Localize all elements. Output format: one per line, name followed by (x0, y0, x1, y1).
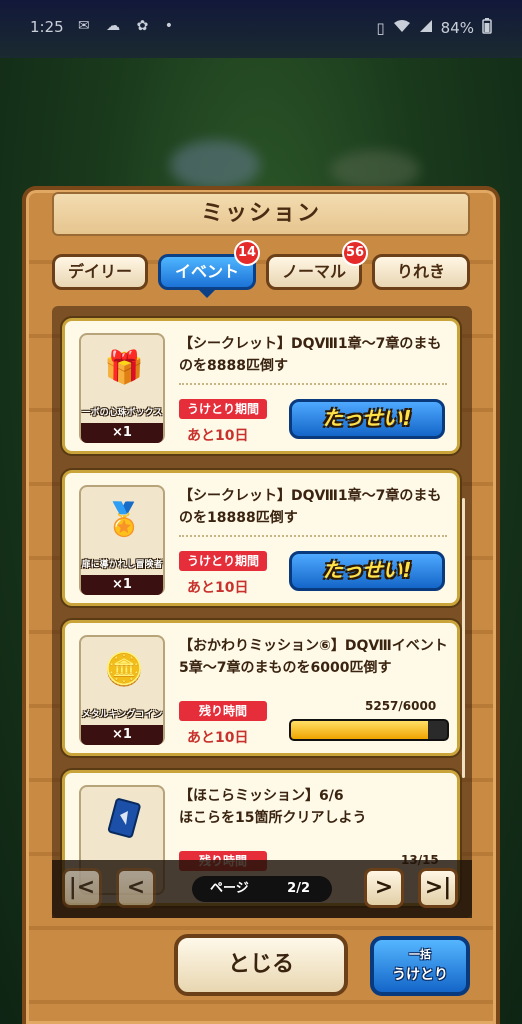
mission-card: 🏅 扉に導かれし冒険者 ×1 【シークレット】DQⅧ1章～7章のまものを1888… (60, 468, 462, 608)
collect-all-line1: 一括 (409, 948, 431, 961)
reward-qty: ×1 (81, 575, 163, 595)
divider (179, 535, 447, 537)
signal-icon (419, 19, 433, 37)
progress-bar (289, 719, 449, 741)
wifi-icon (393, 19, 411, 37)
mission-text: 【シークレット】DQⅧ1章～7章のまものを8888匹倒す (179, 336, 442, 374)
period-label: うけとり期間 (179, 399, 267, 419)
tab-history[interactable]: りれき (372, 254, 470, 290)
reward-qty: ×1 (81, 423, 163, 443)
tab-daily[interactable]: デイリー (52, 254, 148, 290)
tab-label: イベント (174, 262, 239, 281)
mission-list[interactable]: 🎁 ーボの心珠ボックス ×1 【シークレット】DQⅧ1章～7章のまものを8888… (52, 306, 472, 918)
tab-label: りれき (396, 262, 445, 281)
first-page-button[interactable]: |< (62, 868, 102, 908)
list-scrollbar[interactable] (462, 498, 465, 778)
period-label: 残り時間 (179, 701, 267, 721)
close-button[interactable]: とじる (174, 934, 348, 996)
notification-icons: ✉ ☁ ✿ • (78, 18, 180, 34)
reward-name: 扉に導かれし冒険者 (81, 560, 163, 570)
pager: |< < ページ 2/2 > >| (52, 860, 472, 918)
achieve-button[interactable]: たっせい! (289, 399, 445, 439)
remaining-time: あと10日 (187, 730, 249, 746)
background-scene-2 (330, 150, 420, 190)
collect-all-button[interactable]: 一括 うけとり (370, 936, 470, 996)
gift-box-icon: 🎁 (104, 348, 144, 386)
collect-all-line2: うけとり (392, 967, 448, 983)
last-page-button[interactable]: >| (418, 868, 458, 908)
reward-name: メタルキングコイン (81, 710, 163, 720)
page-value: 2/2 (287, 881, 310, 896)
coin-icon: 🪙 (104, 650, 144, 688)
tab-normal-badge: 56 (342, 240, 368, 266)
remaining-time: あと10日 (187, 428, 249, 444)
reward-item[interactable]: 🏅 扉に導かれし冒険者 ×1 (79, 485, 165, 595)
card-icon (102, 797, 146, 841)
page-label: ページ (210, 881, 249, 896)
battery-text: 84% (440, 19, 474, 37)
tab-event-badge: 14 (234, 240, 260, 266)
reward-name: ーボの心珠ボックス (81, 408, 163, 418)
mission-card: 🪙 メタルキングコイン ×1 【おかわりミッション⑥】DQⅧイベント5章～7章の… (60, 618, 462, 758)
vibrate-icon: ▯ (376, 19, 385, 37)
reward-qty: ×1 (81, 725, 163, 745)
status-time: 1:25 (30, 18, 64, 36)
remaining-time: あと10日 (187, 580, 249, 596)
page-indicator: ページ 2/2 (192, 876, 332, 902)
status-bar: 1:25 ✉ ☁ ✿ • ▯ 84% (0, 0, 522, 58)
progress-count: 5257/6000 (365, 699, 437, 713)
battery-icon (482, 18, 492, 38)
progress-fill (291, 721, 428, 739)
prev-page-button[interactable]: < (116, 868, 156, 908)
mission-text: 【ほこらミッション】6/6 ほこらを15箇所クリアしよう (179, 788, 367, 826)
mission-text: 【シークレット】DQⅧ1章～7章のまものを18888匹倒す (179, 488, 442, 526)
tab-label: ノーマル (281, 262, 346, 281)
medal-icon: 🏅 (104, 500, 144, 538)
period-label: うけとり期間 (179, 551, 267, 571)
dialog-title: ミッション (52, 192, 470, 236)
tab-label: デイリー (67, 262, 132, 281)
background-scene (170, 140, 260, 190)
mission-text: 【おかわりミッション⑥】DQⅧイベント5章～7章のまものを6000匹倒す (179, 638, 448, 676)
next-page-button[interactable]: > (364, 868, 404, 908)
reward-item[interactable]: 🎁 ーボの心珠ボックス ×1 (79, 333, 165, 443)
divider (179, 383, 447, 385)
status-right: ▯ 84% (376, 18, 492, 38)
achieve-button[interactable]: たっせい! (289, 551, 445, 591)
reward-item[interactable]: 🪙 メタルキングコイン ×1 (79, 635, 165, 745)
mission-card: 🎁 ーボの心珠ボックス ×1 【シークレット】DQⅧ1章～7章のまものを8888… (60, 316, 462, 456)
